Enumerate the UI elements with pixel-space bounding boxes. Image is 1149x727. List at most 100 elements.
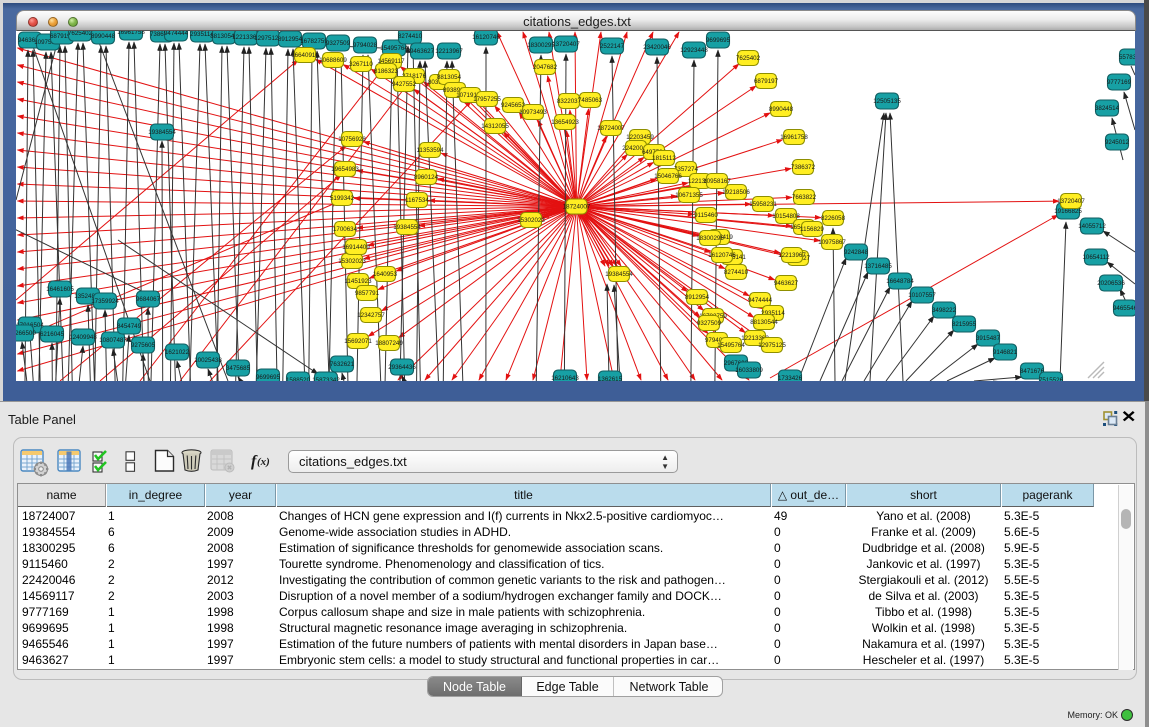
- svg-text:12975125: 12975125: [758, 342, 786, 349]
- svg-text:16640910: 16640910: [291, 52, 319, 59]
- svg-text:9463627: 9463627: [774, 280, 799, 287]
- svg-text:19384554: 19384554: [393, 224, 421, 231]
- svg-text:9699695: 9699695: [706, 37, 731, 44]
- svg-text:8912954: 8912954: [685, 294, 710, 301]
- svg-text:18724007: 18724007: [597, 125, 625, 132]
- svg-text:10807487: 10807487: [99, 337, 127, 344]
- svg-text:8274410: 8274410: [724, 269, 749, 276]
- svg-text:10654112: 10654112: [1082, 254, 1110, 261]
- svg-text:8454749: 8454749: [117, 323, 142, 330]
- svg-text:1156829: 1156829: [800, 226, 824, 233]
- svg-text:16782759: 16782759: [300, 38, 328, 45]
- svg-text:10671355: 10671355: [675, 192, 703, 199]
- svg-text:10688609: 10688609: [319, 57, 347, 64]
- svg-text:11451923: 11451923: [344, 278, 372, 285]
- svg-text:8813054: 8813054: [437, 74, 462, 81]
- svg-text:1640953: 1640953: [373, 271, 398, 278]
- svg-text:18724007: 18724007: [563, 204, 591, 211]
- svg-text:9427552: 9427552: [392, 81, 417, 88]
- svg-text:10025438: 10025438: [194, 357, 222, 364]
- svg-text:16120746: 16120746: [472, 34, 500, 41]
- svg-text:19384554: 19384554: [605, 271, 633, 278]
- svg-text:16210643: 16210643: [551, 375, 579, 381]
- svg-text:14055712: 14055712: [1078, 223, 1106, 230]
- svg-text:9146821: 9146821: [993, 349, 1018, 356]
- svg-text:18807249: 18807249: [375, 340, 403, 347]
- svg-text:10958167: 10958167: [703, 178, 731, 185]
- svg-text:15302023: 15302023: [517, 217, 545, 224]
- svg-text:3915487: 3915487: [976, 335, 1001, 342]
- svg-text:(x): (x): [257, 456, 270, 468]
- svg-text:9474444: 9474444: [164, 31, 189, 37]
- svg-text:9794028: 9794028: [353, 42, 378, 49]
- svg-text:13654923: 13654923: [551, 119, 579, 126]
- svg-text:8990448: 8990448: [91, 33, 116, 40]
- svg-text:10756928: 10756928: [338, 136, 366, 143]
- svg-text:12213967: 12213967: [435, 48, 463, 55]
- svg-text:23420046: 23420046: [643, 44, 671, 51]
- svg-text:15692071: 15692071: [344, 338, 372, 345]
- svg-text:9242848: 9242848: [844, 249, 869, 256]
- svg-text:10973493: 10973493: [519, 109, 547, 116]
- svg-text:16033809: 16033809: [735, 367, 763, 374]
- svg-text:26266500: 26266500: [16, 330, 36, 337]
- svg-text:15495764: 15495764: [717, 342, 745, 349]
- svg-text:1588520: 1588520: [286, 377, 311, 381]
- svg-text:18300295: 18300295: [696, 235, 724, 242]
- svg-text:15958231: 15958231: [749, 201, 777, 208]
- svg-text:9327509: 9327509: [326, 40, 351, 47]
- svg-text:8226058: 8226058: [821, 215, 846, 222]
- svg-text:16648784: 16648784: [886, 278, 914, 285]
- svg-text:8990448: 8990448: [769, 106, 794, 113]
- svg-text:9777169: 9777169: [1107, 79, 1132, 86]
- svg-text:10975867: 10975867: [818, 239, 846, 246]
- svg-text:16961758: 16961758: [780, 134, 808, 141]
- svg-text:19654983: 19654983: [331, 166, 359, 173]
- svg-text:15046766: 15046766: [654, 173, 682, 180]
- svg-text:2047682: 2047682: [533, 64, 558, 71]
- svg-text:10107557: 10107557: [908, 292, 936, 299]
- svg-text:10154808: 10154808: [772, 213, 800, 220]
- svg-text:8215955: 8215955: [952, 321, 977, 328]
- svg-text:9684067: 9684067: [136, 296, 161, 303]
- svg-text:1167534: 1167534: [405, 197, 429, 204]
- svg-text:19166825: 19166825: [1054, 208, 1082, 215]
- svg-text:7625402: 7625402: [736, 55, 761, 62]
- svg-text:15873342: 15873342: [312, 377, 340, 381]
- svg-text:5199342: 5199342: [330, 195, 355, 202]
- svg-text:14312055: 14312055: [481, 123, 509, 130]
- svg-text:12213967: 12213967: [778, 252, 806, 259]
- svg-text:19218506: 19218506: [722, 189, 750, 196]
- svg-text:15495764: 15495764: [380, 45, 408, 52]
- svg-text:88130544: 88130544: [750, 319, 778, 326]
- svg-text:9857791: 9857791: [355, 290, 380, 297]
- svg-text:6216045: 6216045: [40, 331, 65, 338]
- svg-text:2522147: 2522147: [600, 43, 625, 50]
- svg-text:7386372: 7386372: [791, 164, 816, 171]
- svg-text:1700634: 1700634: [333, 226, 358, 233]
- svg-text:12923448: 12923448: [680, 47, 708, 54]
- svg-text:16914409: 16914409: [342, 244, 370, 251]
- svg-text:7632621: 7632621: [330, 361, 355, 368]
- svg-text:9115460: 9115460: [694, 212, 718, 219]
- svg-text:13720407: 13720407: [552, 41, 580, 48]
- svg-text:8186323: 8186323: [374, 68, 399, 75]
- svg-text:3267110: 3267110: [349, 61, 373, 68]
- svg-text:11353594: 11353594: [416, 147, 444, 154]
- svg-text:29364436: 29364436: [388, 364, 416, 371]
- svg-text:8960124: 8960124: [414, 174, 439, 181]
- svg-text:3475685: 3475685: [226, 365, 251, 372]
- svg-text:1733426: 1733426: [778, 375, 803, 381]
- svg-text:7625402: 7625402: [68, 31, 93, 37]
- svg-text:7663822: 7663822: [792, 194, 817, 201]
- svg-text:8274410: 8274410: [398, 33, 423, 40]
- svg-text:9275605: 9275605: [131, 342, 156, 349]
- svg-text:13716485: 13716485: [864, 263, 892, 270]
- svg-text:12505135: 12505135: [873, 98, 901, 105]
- svg-text:8912954: 8912954: [278, 36, 303, 43]
- svg-text:12342757: 12342757: [357, 312, 385, 319]
- svg-text:9465546: 9465546: [1113, 305, 1135, 312]
- svg-text:9245012: 9245012: [1105, 139, 1130, 146]
- svg-text:12409948: 12409948: [69, 334, 97, 341]
- svg-text:1362615: 1362615: [598, 376, 623, 381]
